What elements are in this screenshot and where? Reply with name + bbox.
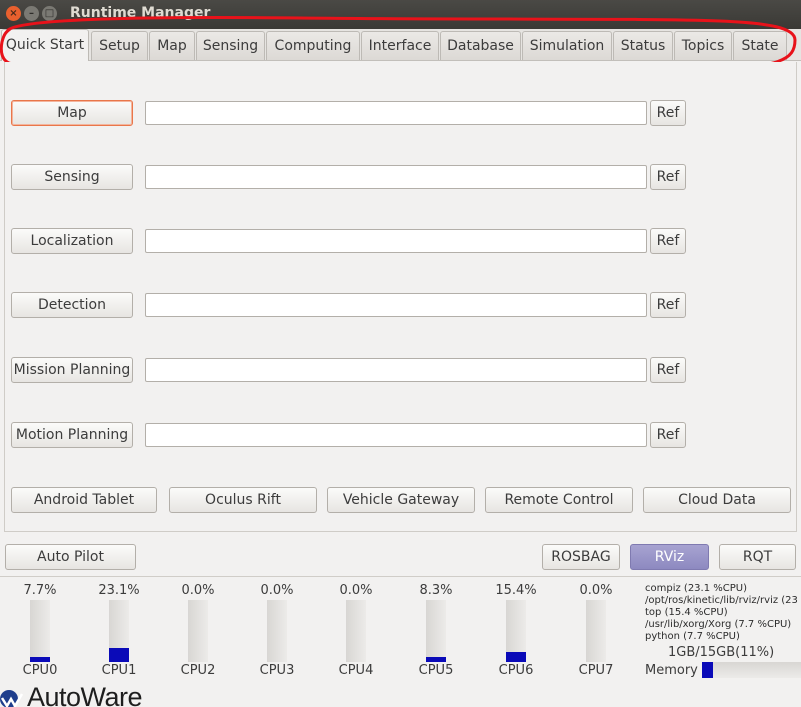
sensing-ref-button[interactable]: Ref xyxy=(650,164,686,190)
tab-map[interactable]: Map xyxy=(149,31,195,60)
rviz-button[interactable]: RViz xyxy=(630,544,709,570)
cpu-percent: 0.0% xyxy=(579,583,613,598)
mission-planning-ref-button[interactable]: Ref xyxy=(650,357,686,383)
auto-pilot-button[interactable]: Auto Pilot xyxy=(5,544,136,570)
tab-database[interactable]: Database xyxy=(440,31,521,60)
process-item: top (15.4 %CPU) xyxy=(645,607,728,618)
title-bar: × – □ Runtime Manager xyxy=(0,0,801,29)
detection-path-input[interactable] xyxy=(145,293,647,317)
cpu-percent: 8.3% xyxy=(419,583,453,598)
tab-setup[interactable]: Setup xyxy=(91,31,148,60)
cpu-name: CPU7 xyxy=(578,663,614,678)
tab-simulation[interactable]: Simulation xyxy=(522,31,612,60)
oculus-rift-button[interactable]: Oculus Rift xyxy=(169,487,317,513)
cpu-percent: 15.4% xyxy=(495,583,537,598)
cpu-bar xyxy=(30,600,50,662)
cpu-percent: 23.1% xyxy=(98,583,140,598)
motion-planning-ref-button[interactable]: Ref xyxy=(650,422,686,448)
cpu-bar-fill xyxy=(30,657,50,662)
android-tablet-button[interactable]: Android Tablet xyxy=(11,487,157,513)
process-item: /opt/ros/kinetic/lib/rviz/rviz (23 xyxy=(645,595,798,606)
mission-planning-path-input[interactable] xyxy=(145,358,647,382)
motion-planning-path-input[interactable] xyxy=(145,423,647,447)
cpu-bar xyxy=(426,600,446,662)
quick-start-panel: Map Ref Sensing Ref Localization Ref Det… xyxy=(4,62,797,532)
memory-usage-text: 1GB/15GB(11%) xyxy=(668,645,775,660)
process-list: compiz (23.1 %CPU) /opt/ros/kinetic/lib/… xyxy=(645,583,801,643)
cpu-bar xyxy=(267,600,287,662)
map-ref-button[interactable]: Ref xyxy=(650,100,686,126)
rosbag-button[interactable]: ROSBAG xyxy=(542,544,620,570)
process-item: python (7.7 %CPU) xyxy=(645,631,740,642)
cpu-bar xyxy=(346,600,366,662)
cpu-bar xyxy=(188,600,208,662)
vehicle-gateway-button[interactable]: Vehicle Gateway xyxy=(327,487,475,513)
cpu-percent: 7.7% xyxy=(23,583,57,598)
cpu-percent: 0.0% xyxy=(181,583,215,598)
tab-interface[interactable]: Interface xyxy=(361,31,439,60)
mission-planning-button[interactable]: Mission Planning xyxy=(11,357,133,383)
cpu-name: CPU4 xyxy=(338,663,374,678)
cloud-data-button[interactable]: Cloud Data xyxy=(643,487,791,513)
sensing-button[interactable]: Sensing xyxy=(11,164,133,190)
minimize-icon[interactable]: – xyxy=(24,6,39,21)
cpu-bar xyxy=(506,600,526,662)
cpu-name: CPU5 xyxy=(418,663,454,678)
logo-text: AutoWare xyxy=(27,684,143,707)
cpu-name: CPU0 xyxy=(22,663,58,678)
cpu-percent: 0.0% xyxy=(260,583,294,598)
cpu-name: CPU6 xyxy=(498,663,534,678)
logo-mark-icon xyxy=(0,690,24,707)
tab-computing[interactable]: Computing xyxy=(266,31,360,60)
detection-button[interactable]: Detection xyxy=(11,292,133,318)
maximize-icon[interactable]: □ xyxy=(42,6,57,21)
rqt-button[interactable]: RQT xyxy=(719,544,796,570)
cpu-percent: 0.0% xyxy=(339,583,373,598)
tab-state[interactable]: State xyxy=(733,31,787,60)
detection-ref-button[interactable]: Ref xyxy=(650,292,686,318)
tab-quick-start[interactable]: Quick Start xyxy=(1,29,89,61)
localization-path-input[interactable] xyxy=(145,229,647,253)
tab-topics[interactable]: Topics xyxy=(674,31,732,60)
cpu-bar-fill xyxy=(506,652,526,662)
memory-bar-fill xyxy=(702,662,713,678)
process-item: compiz (23.1 %CPU) xyxy=(645,583,747,594)
cpu-name: CPU2 xyxy=(180,663,216,678)
tab-sensing[interactable]: Sensing xyxy=(196,31,265,60)
memory-label: Memory xyxy=(645,663,698,678)
window-title: Runtime Manager xyxy=(70,5,211,21)
memory-bar xyxy=(702,662,801,678)
process-item: /usr/lib/xorg/Xorg (7.7 %CPU) xyxy=(645,619,792,630)
cpu-bar-fill xyxy=(426,656,446,662)
cpu-bar xyxy=(109,600,129,662)
cpu-bar xyxy=(586,600,606,662)
localization-button[interactable]: Localization xyxy=(11,228,133,254)
cpu-name: CPU3 xyxy=(259,663,295,678)
localization-ref-button[interactable]: Ref xyxy=(650,228,686,254)
remote-control-button[interactable]: Remote Control xyxy=(485,487,633,513)
cpu-name: CPU1 xyxy=(101,663,137,678)
sensing-path-input[interactable] xyxy=(145,165,647,189)
tab-bar: Quick Start Setup Map Sensing Computing … xyxy=(0,29,801,61)
cpu-bar-fill xyxy=(109,647,129,662)
map-button[interactable]: Map xyxy=(11,100,133,126)
close-icon[interactable]: × xyxy=(6,6,21,21)
motion-planning-button[interactable]: Motion Planning xyxy=(11,422,133,448)
autoware-logo: AutoWare xyxy=(0,684,190,707)
map-path-input[interactable] xyxy=(145,101,647,125)
tab-status[interactable]: Status xyxy=(613,31,673,60)
